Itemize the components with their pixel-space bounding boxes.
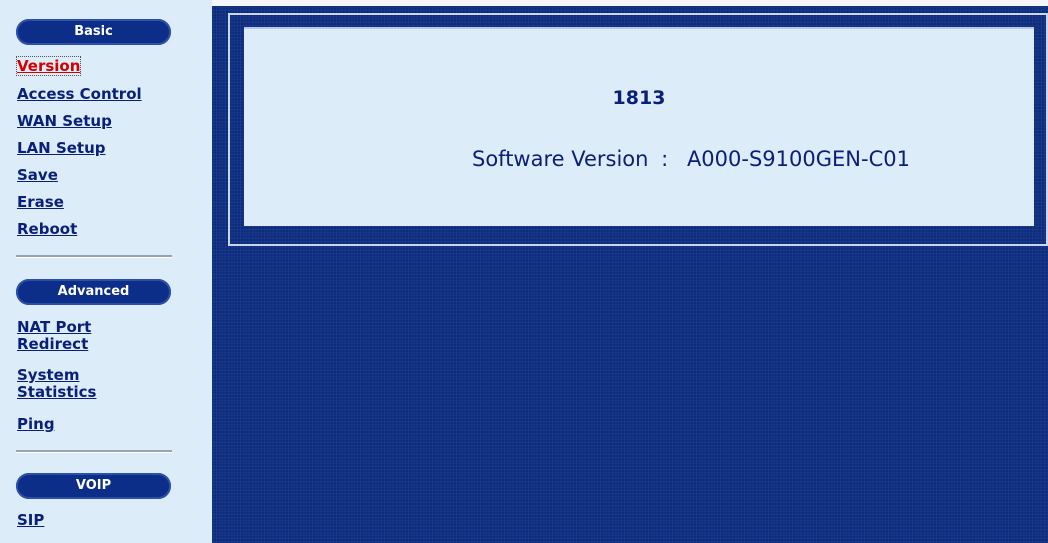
software-version-value: A000-S9100GEN-C01 [686, 147, 910, 171]
device-model: 1813 [612, 87, 666, 109]
version-panel-body: 1813 Software Version : A000-S9100GEN-C0… [244, 27, 1034, 226]
section-header-voip[interactable]: VOIP [16, 473, 171, 499]
nav-link-save[interactable]: Save [17, 166, 58, 184]
section-divider [16, 255, 172, 258]
label-separator: : [661, 147, 669, 171]
main-content: 1813 Software Version : A000-S9100GEN-C0… [212, 0, 1048, 543]
nav-link-access-control[interactable]: Access Control [17, 85, 142, 103]
nav-link-version[interactable]: Version [15, 56, 82, 76]
software-version-label: Software Version [472, 147, 649, 171]
nav-link-system-statistics[interactable]: System Statistics [17, 367, 137, 401]
nav-link-wan-setup[interactable]: WAN Setup [17, 112, 112, 130]
sidebar-nav: Basic Version Access Control WAN Setup L… [0, 0, 212, 543]
nav-link-erase[interactable]: Erase [17, 193, 64, 211]
nav-link-reboot[interactable]: Reboot [17, 220, 77, 238]
software-version-row: Software Version : A000-S9100GEN-C01 [472, 147, 910, 171]
version-panel: 1813 Software Version : A000-S9100GEN-C0… [228, 13, 1048, 246]
router-web-ui: Basic Version Access Control WAN Setup L… [0, 0, 1048, 543]
section-header-basic[interactable]: Basic [16, 19, 171, 45]
nav-link-sip[interactable]: SIP [17, 511, 44, 529]
frame-top-border [212, 0, 1048, 6]
nav-link-nat-port-redirect[interactable]: NAT Port Redirect [17, 319, 137, 353]
section-divider [16, 450, 172, 453]
nav-link-lan-setup[interactable]: LAN Setup [17, 139, 106, 157]
nav-link-ping[interactable]: Ping [17, 415, 55, 433]
section-header-advanced[interactable]: Advanced [16, 279, 171, 305]
